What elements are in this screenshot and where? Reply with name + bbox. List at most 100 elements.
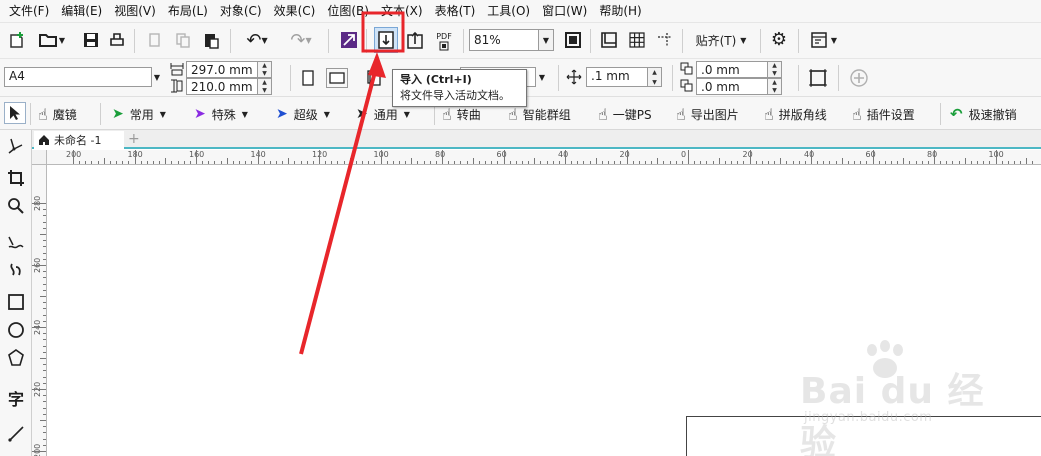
menu-table[interactable]: 表格(T) [429, 0, 482, 22]
shape-tool[interactable] [3, 134, 29, 158]
landscape-button[interactable] [326, 68, 348, 88]
horizontal-ruler[interactable]: 20018016014012010080604020020406080100 [47, 150, 1041, 165]
launcher-icon [341, 32, 357, 48]
duplicate-x-spinner[interactable]: ▲ ▼ [768, 61, 782, 78]
paste-button[interactable] [200, 29, 222, 51]
ruler-tick [294, 161, 296, 164]
snap-to-dropdown[interactable]: 贴齐(T) ▼ [690, 29, 752, 51]
text-tool[interactable]: 字 [3, 386, 29, 410]
corel-app-launcher-button[interactable] [338, 29, 360, 51]
export-button[interactable] [404, 29, 426, 51]
menu-view[interactable]: 视图(V) [108, 0, 162, 22]
duplicate-y-spinner[interactable]: ▲ ▼ [768, 78, 782, 95]
document-tab[interactable]: 未命名 -1 [34, 131, 124, 149]
menu-bitmap[interactable]: 位图(B) [321, 0, 375, 22]
zoom-dropdown[interactable]: ▼ [538, 29, 554, 51]
plugin-crop-marks-button[interactable]: ☝ 拼版角线 [764, 103, 827, 125]
new-document-button[interactable] [6, 29, 28, 51]
ruler-tick [140, 161, 142, 164]
page-width-spinner[interactable]: ▲ ▼ [258, 61, 272, 78]
add-tab-icon[interactable]: + [128, 131, 140, 147]
duplicate-x-field[interactable]: .0 mm [696, 61, 768, 78]
menu-window[interactable]: 窗口(W) [536, 0, 593, 22]
open-button[interactable]: ▼ [34, 29, 70, 51]
all-pages-button[interactable] [364, 68, 384, 88]
ruler-tick [829, 161, 831, 164]
show-guidelines-button[interactable] [654, 29, 676, 51]
ruler-tick [977, 161, 979, 164]
polygon-tool[interactable] [3, 346, 29, 370]
crop-tool[interactable] [3, 166, 29, 190]
show-rulers-button[interactable] [598, 29, 620, 51]
menu-file[interactable]: 文件(F) [0, 0, 55, 22]
nudge-spinner[interactable]: ▲ ▼ [648, 67, 662, 87]
chevron-down-icon: ▼ [241, 109, 248, 119]
ruler-tick [798, 161, 800, 164]
undo-button[interactable]: ↶ ▼ [238, 29, 276, 51]
plugin-export-image-button[interactable]: ☝ 导出图片 [676, 103, 739, 125]
ruler-tick [694, 161, 696, 164]
ruler-tick [534, 158, 536, 164]
zoom-full-page-button[interactable] [562, 29, 584, 51]
redo-button[interactable]: ↷ ▼ [282, 29, 320, 51]
ruler-tick [718, 158, 720, 164]
ruler-origin[interactable] [32, 150, 47, 165]
ruler-label: 40 [804, 150, 815, 159]
import-button[interactable] [374, 27, 398, 53]
plugin-settings-button[interactable]: ☝ 插件设置 [852, 103, 915, 125]
ruler-tick [731, 161, 733, 164]
page-height-spinner[interactable]: ▲ ▼ [258, 78, 272, 95]
rectangle-tool[interactable] [3, 290, 29, 314]
application-launcher-button[interactable]: ▼ [806, 29, 842, 51]
ruler-tick [817, 161, 819, 164]
plugin-special-dropdown[interactable]: ➤ 特殊 ▼ [194, 103, 248, 125]
ruler-tick [43, 382, 46, 384]
page-height-field[interactable]: 210.0 mm [186, 78, 258, 95]
zoom-tool[interactable] [3, 194, 29, 218]
menu-layout[interactable]: 布局(L) [162, 0, 214, 22]
connector-tool[interactable] [3, 422, 29, 446]
portrait-button[interactable] [298, 68, 318, 88]
menu-object[interactable]: 对象(C) [214, 0, 268, 22]
units-dropdown[interactable]: ▼ [534, 67, 550, 87]
menu-help[interactable]: 帮助(H) [593, 0, 647, 22]
pick-tool-button[interactable] [4, 102, 26, 124]
text-tool-icon: 字 [7, 390, 24, 409]
plugin-common-dropdown[interactable]: ➤ 常用 ▼ [112, 103, 166, 125]
plugin-label: 拼版角线 [778, 107, 827, 122]
menu-effects[interactable]: 效果(C) [268, 0, 322, 22]
save-button[interactable] [80, 29, 102, 51]
plugin-mirror-button[interactable]: ☝ 魔镜 [38, 103, 77, 125]
duplicate-y-field[interactable]: .0 mm [696, 78, 768, 95]
add-page-button[interactable] [848, 67, 870, 89]
ellipse-tool[interactable] [3, 318, 29, 342]
publish-pdf-button[interactable]: PDF [432, 29, 456, 53]
hand-icon: ☝ [508, 104, 518, 124]
options-button[interactable]: ⚙ [768, 29, 790, 51]
print-button[interactable] [106, 29, 128, 51]
ruler-tick [331, 161, 333, 164]
zoom-level-field[interactable]: 81% [469, 29, 539, 51]
page-width-field[interactable]: 297.0 mm [186, 61, 258, 78]
menu-edit[interactable]: 编辑(E) [55, 0, 108, 22]
page-size-select[interactable]: A4 [4, 67, 152, 87]
plugin-super-dropdown[interactable]: ➤ 超级 ▼ [276, 103, 330, 125]
page-border-button[interactable] [806, 67, 830, 89]
plugin-fast-undo-button[interactable]: ↶ 极速撤销 [950, 103, 1017, 125]
plugin-one-click-ps-button[interactable]: ☝ 一键PS [598, 103, 652, 125]
ruler-tick [103, 158, 105, 164]
ruler-tick [43, 444, 46, 446]
cut-button[interactable] [144, 29, 166, 51]
standard-toolbar: ▼ ↶ ▼ ↷ ▼ PDF 81% ▼ 贴齐(T) ▼ ⚙ ▼ [0, 22, 1041, 58]
vertical-ruler[interactable]: 280260240220200 [32, 165, 47, 456]
plugin-label: 转曲 [456, 107, 481, 122]
menu-text[interactable]: 文本(X) [375, 0, 429, 22]
copy-button[interactable] [172, 29, 194, 51]
artistic-media-tool[interactable] [3, 258, 29, 282]
chevron-down-icon: ▼ [830, 35, 838, 45]
freehand-tool[interactable] [3, 230, 29, 254]
menu-tools[interactable]: 工具(O) [481, 0, 536, 22]
page-size-dropdown[interactable]: ▼ [150, 67, 164, 87]
show-grid-button[interactable] [626, 29, 648, 51]
nudge-distance-field[interactable]: .1 mm [586, 67, 648, 87]
